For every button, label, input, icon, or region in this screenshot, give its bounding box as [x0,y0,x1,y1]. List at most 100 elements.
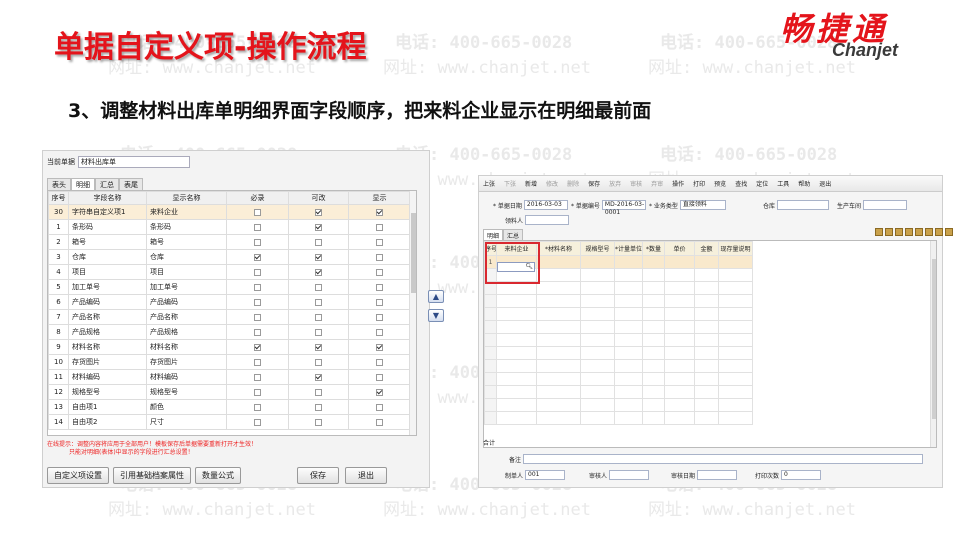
grid-cell[interactable] [664,281,695,295]
grid-cell[interactable] [614,346,643,360]
table-row[interactable]: 12 规格型号 规格型号 [48,384,411,400]
grid-cell[interactable] [496,359,537,373]
grid-cell[interactable] [718,398,753,412]
table-row[interactable]: 1 [484,255,923,269]
current-document-select[interactable]: 材料出库单 [78,156,190,168]
grid-cell[interactable] [664,411,695,425]
grid-cell[interactable] [580,294,615,308]
grid-cell[interactable] [614,333,643,347]
edit-checkbox[interactable] [315,208,322,216]
grid-cell[interactable] [694,333,719,347]
grid-cell[interactable] [614,411,643,425]
table-row[interactable]: 8 产品规格 产品规格 [48,324,411,340]
grid-cell[interactable] [664,268,695,282]
grid-cell[interactable] [752,294,923,308]
table-row[interactable]: 5 加工单号 加工单号 [48,279,411,295]
grid-cell[interactable] [496,398,537,412]
table-row[interactable] [484,268,923,282]
edit-checkbox[interactable] [315,283,322,291]
table-row[interactable] [484,372,923,386]
grid-cell[interactable] [694,294,719,308]
show-checkbox[interactable] [376,238,383,246]
toolbar-item[interactable]: 工具 [777,179,789,188]
grid-cell[interactable] [642,385,665,399]
edit-checkbox[interactable] [315,418,322,426]
grid-cell[interactable] [536,294,581,308]
edit-checkbox[interactable] [315,328,322,336]
grid-cell[interactable] [718,294,753,308]
scroll-thumb[interactable] [932,259,936,419]
table-row[interactable] [484,385,923,399]
table-row[interactable]: 13 自由项1 颜色 [48,399,411,415]
grid-cell[interactable] [752,268,923,282]
grid-cell[interactable] [718,268,753,282]
grid-cell[interactable] [614,281,643,295]
req-checkbox[interactable] [254,358,261,366]
grid-cell[interactable] [694,372,719,386]
grid-cell[interactable] [752,281,923,295]
detail-grid-scrollbar[interactable] [930,241,936,447]
grid-cell[interactable] [496,281,537,295]
grid-cell[interactable] [536,268,581,282]
move-down-icon[interactable]: ▼ [428,309,444,322]
req-checkbox[interactable] [254,403,261,411]
grid-cell[interactable] [496,307,537,321]
show-checkbox[interactable] [376,208,383,216]
delete-row-icon[interactable] [895,228,903,236]
show-checkbox[interactable] [376,388,383,396]
grid-cell[interactable] [614,268,643,282]
grid-cell[interactable] [718,411,753,425]
show-checkbox[interactable] [376,298,383,306]
toolbar-item[interactable]: 审核 [630,179,642,188]
grid-cell[interactable] [496,294,537,308]
table-row[interactable] [484,281,923,295]
grid-cell[interactable] [580,281,615,295]
grid-cell[interactable] [580,333,615,347]
table-row[interactable] [484,346,923,360]
grid-cell[interactable] [614,359,643,373]
table-row[interactable] [484,359,923,373]
grid-cell[interactable] [752,372,923,386]
grid-cell[interactable] [664,372,695,386]
table-row[interactable]: 10 存货图片 存货图片 [48,354,411,370]
reference-archive-button[interactable]: 引用基础档案属性 [113,467,191,484]
table-row[interactable]: 4 项目 项目 [48,264,411,280]
grid-cell[interactable] [642,294,665,308]
show-checkbox[interactable] [376,283,383,291]
grid-cell[interactable] [664,294,695,308]
grid-cell[interactable] [642,255,665,269]
edit-checkbox[interactable] [315,343,322,351]
grid-cell[interactable] [752,307,923,321]
show-checkbox[interactable] [376,328,383,336]
grid-cell[interactable] [536,359,581,373]
grid-cell[interactable] [580,359,615,373]
grid-cell[interactable] [536,281,581,295]
grid-cell[interactable] [614,294,643,308]
grid-cell[interactable] [614,372,643,386]
toolbar-item[interactable]: 退出 [819,179,831,188]
grid-cell[interactable] [580,398,615,412]
grid-cell[interactable] [580,346,615,360]
grid-cell[interactable] [614,385,643,399]
insert-row-icon[interactable] [885,228,893,236]
grid-cell[interactable] [496,372,537,386]
grid-cell[interactable] [496,411,537,425]
grid-cell[interactable] [580,320,615,334]
table-row[interactable]: 7 产品名称 产品名称 [48,309,411,325]
grid-cell[interactable] [642,346,665,360]
edit-checkbox[interactable] [315,403,322,411]
grid-cell[interactable] [752,346,923,360]
show-checkbox[interactable] [376,268,383,276]
grid-cell[interactable] [694,398,719,412]
grid-cell[interactable] [752,255,923,269]
toolbar-item[interactable]: 上张 [483,179,495,188]
filter-icon[interactable] [915,228,923,236]
show-checkbox[interactable] [376,223,383,231]
edit-checkbox[interactable] [315,238,322,246]
table-row[interactable] [484,320,923,334]
edit-checkbox[interactable] [315,358,322,366]
table-row[interactable] [484,411,923,425]
grid-cell[interactable] [642,359,665,373]
field-grid-scrollbar[interactable] [409,191,416,435]
grid-cell[interactable] [614,255,643,269]
